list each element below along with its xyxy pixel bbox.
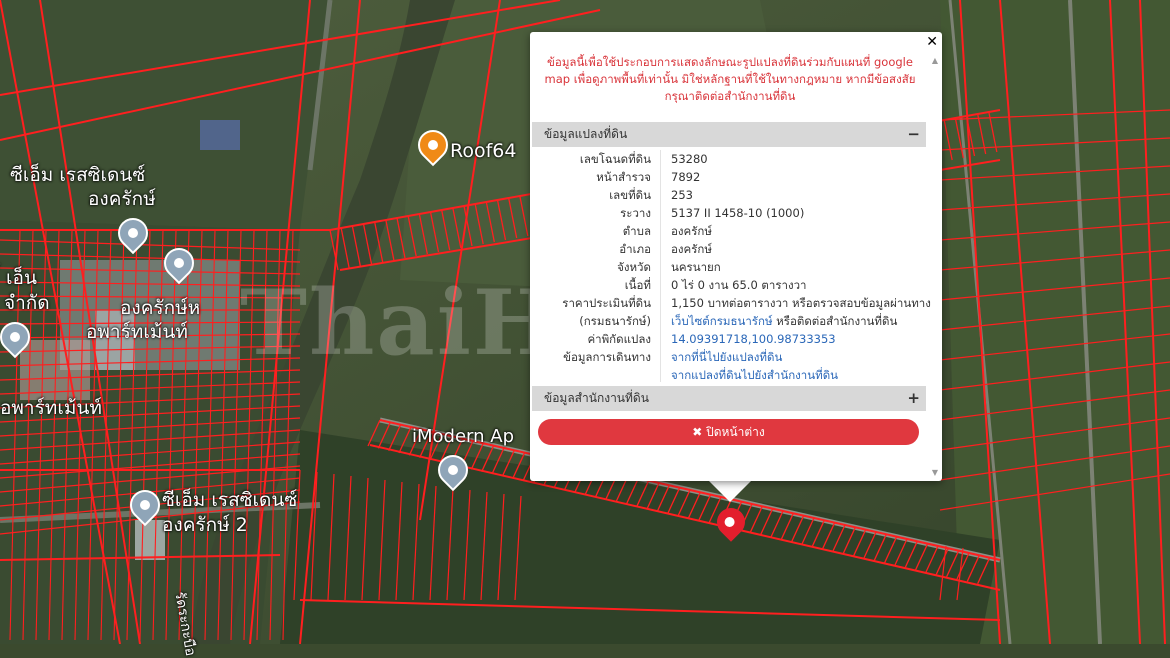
table-row: ระวาง 5137 II 1458-10 (1000) [532, 204, 926, 222]
scroll-up-arrow-icon[interactable]: ▲ [932, 56, 938, 65]
row-label: เลขโฉนดที่ดิน [579, 152, 651, 166]
treasury-website-link[interactable]: เว็บไซต์กรมธนารักษ์ [671, 314, 773, 328]
table-row: จากแปลงที่ดินไปยังสำนักงานที่ดิน [532, 366, 926, 384]
table-row: หน้าสำรวจ 7892 [532, 168, 926, 186]
row-value: เว็บไซต์กรมธนารักษ์ หรือติดต่อสำนักงานที… [671, 312, 897, 330]
row-label: (กรมธนารักษ์) [579, 314, 651, 328]
land-info-section-title: ข้อมูลแปลงที่ดิน [544, 127, 628, 141]
row-label: หน้าสำรวจ [596, 170, 651, 184]
row-label: ค่าพิกัดแปลง [587, 332, 651, 346]
coordinates-link[interactable]: 14.09391718,100.98733353 [671, 330, 836, 348]
map-label-apartment[interactable]: อพาร์ทเม้นท์ [86, 317, 188, 347]
collapse-icon[interactable]: − [907, 122, 920, 147]
close-window-button[interactable]: ✖ ปิดหน้าต่าง [538, 419, 919, 445]
table-row: ราคาประเมินที่ดิน 1,150 บาทต่อตารางวา หร… [532, 294, 931, 312]
row-label: เลขที่ดิน [609, 188, 651, 202]
land-info-section-header[interactable]: ข้อมูลแปลงที่ดิน − [532, 122, 926, 147]
table-row: เลขโฉนดที่ดิน 53280 [532, 150, 926, 168]
table-row: (กรมธนารักษ์) เว็บไซต์กรมธนารักษ์ หรือติ… [532, 312, 926, 330]
expand-icon[interactable]: + [907, 386, 920, 411]
row-value: นครนายก [671, 260, 721, 274]
row-value-tail: หรือติดต่อสำนักงานที่ดิน [772, 314, 898, 328]
table-row: เลขที่ดิน 253 [532, 186, 926, 204]
land-office-section-header[interactable]: ข้อมูลสำนักงานที่ดิน + [532, 386, 926, 411]
row-value: 5137 II 1458-10 (1000) [671, 206, 805, 220]
row-value: 7892 [671, 170, 701, 184]
disclaimer-notice: ข้อมูลนี้เพื่อใช้ประกอบการแสดงลักษณะรูปแ… [544, 55, 916, 103]
close-window-label: ปิดหน้าต่าง [706, 425, 765, 439]
map-label-ongkharak[interactable]: องครักษ์ [88, 184, 156, 214]
row-value: 1,150 บาทต่อตารางวา หรือตรวจสอบข้อมูลผ่า… [671, 296, 931, 310]
row-label: อำเภอ [619, 242, 651, 256]
row-value: 253 [671, 188, 693, 202]
row-value: 53280 [671, 152, 708, 166]
parcel-info-popup: ✕ ▲ ▼ ข้อมูลนี้เพื่อใช้ประกอบการแสดงลักษ… [530, 32, 942, 481]
table-row: จังหวัด นครนายก [532, 258, 926, 276]
row-label: ตำบล [622, 224, 651, 238]
close-icon[interactable]: ✕ [926, 34, 938, 50]
directions-to-office-link[interactable]: จากแปลงที่ดินไปยังสำนักงานที่ดิน [671, 366, 838, 384]
row-value: องครักษ์ [671, 242, 712, 256]
table-row: ค่าพิกัดแปลง 14.09391718,100.98733353 [532, 330, 926, 348]
row-label: เนื้อที่ [624, 278, 651, 292]
map-label-roof64[interactable]: Roof64 [450, 140, 516, 162]
row-value: 0 ไร่ 0 งาน 65.0 ตารางวา [671, 278, 807, 292]
table-row: ตำบล องครักษ์ [532, 222, 926, 240]
row-label: ราคาประเมินที่ดิน [562, 296, 651, 310]
map-label-ongkharak-2[interactable]: องครักษ์ 2 [162, 510, 248, 540]
map-label-apartment-partial[interactable]: อพาร์ทเม้นท์ [0, 393, 102, 423]
table-row: ข้อมูลการเดินทาง จากที่นี่ไปยังแปลงที่ดิ… [532, 348, 926, 366]
table-row: อำเภอ องครักษ์ [532, 240, 926, 258]
land-office-section-title: ข้อมูลสำนักงานที่ดิน [544, 391, 649, 405]
row-value: องครักษ์ [671, 224, 712, 238]
table-row: เนื้อที่ 0 ไร่ 0 งาน 65.0 ตารางวา [532, 276, 926, 294]
directions-to-parcel-link[interactable]: จากที่นี่ไปยังแปลงที่ดิน [671, 348, 782, 366]
popup-pointer [708, 480, 752, 502]
row-label: จังหวัด [617, 260, 651, 274]
row-label: ข้อมูลการเดินทาง [563, 350, 651, 364]
map-label-imodern[interactable]: iModern Ap [412, 426, 514, 447]
scroll-down-arrow-icon[interactable]: ▼ [932, 468, 938, 477]
close-window-x-icon: ✖ [692, 425, 703, 439]
map-label-chamkat-partial[interactable]: จำกัด [4, 288, 50, 318]
row-label: ระวาง [620, 206, 651, 220]
